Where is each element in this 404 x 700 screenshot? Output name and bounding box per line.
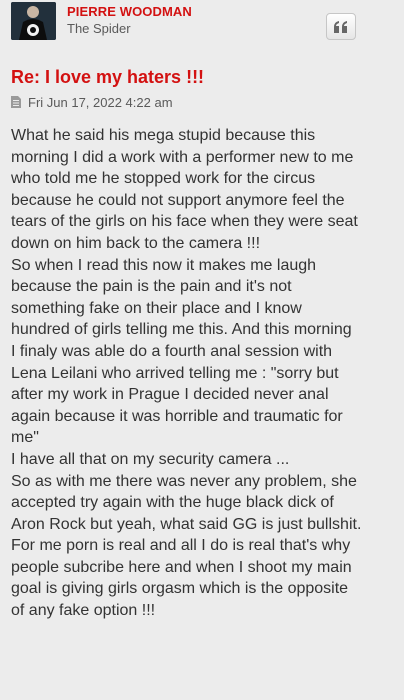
post-content-line: something fake on their place and I know [11,299,302,317]
post-content-line: goal is giving girls orgasm which is the… [11,580,349,598]
avatar[interactable] [11,2,56,40]
post-content-line: accepted try again with the huge black d… [11,494,334,512]
post-content-line: What he said his mega stupid because thi… [11,127,316,144]
post-content-line: me" [11,429,39,447]
author-name[interactable]: PIERRE WOODMAN [67,4,192,19]
post-author-bar: PIERRE WOODMAN The Spider [0,0,404,50]
post-content-line: hundred of girls telling me this. And th… [11,321,352,339]
post-content-line: because the pain is the pain and it's no… [11,278,292,296]
post-content-line: Aron Rock but yeah, what said GG is just… [11,515,362,533]
post-content-line: again because it was horrible and trauma… [11,407,343,425]
post-content-line: Lena Leilani who arrived telling me : "s… [11,364,339,382]
post-content-line: So when I read this now it makes me laug… [11,256,317,274]
post-content-line: who told me he stopped work for the circ… [11,170,316,188]
forum-post: PIERRE WOODMAN The Spider Re: I love my … [0,0,404,700]
post-content-line: because he could not support anymore fee… [11,191,345,209]
post-date: Fri Jun 17, 2022 4:22 am [28,94,173,110]
post-meta: Fri Jun 17, 2022 4:22 am [11,94,173,110]
post-content-line: down on him back to the camera !!! [11,234,261,252]
author-rank: The Spider [67,21,131,36]
post-content-line: So as with me there was never any proble… [11,472,357,490]
post-content: What he said his mega stupid because thi… [11,125,403,622]
quote-icon [334,20,347,33]
quote-button[interactable] [326,13,356,40]
post-content-line: people subcribe here and when I shoot my… [11,558,352,576]
post-content-line: I finaly was able do a fourth anal sessi… [11,342,333,360]
avatar-image [11,2,56,40]
post-content-line: morning I did a work with a performer ne… [11,148,354,166]
post-title[interactable]: Re: I love my haters !!! [11,67,204,88]
post-content-line: of any fake option !!! [11,602,156,620]
post-icon[interactable] [11,96,21,108]
post-content-line: For me porn is real and all I do is real… [11,537,351,555]
post-content-line: tears of the girls on his face when they… [11,213,358,231]
post-content-line: after my work in Prague I decided never … [11,386,329,404]
post-content-line: I have all that on my security camera ..… [11,450,290,468]
